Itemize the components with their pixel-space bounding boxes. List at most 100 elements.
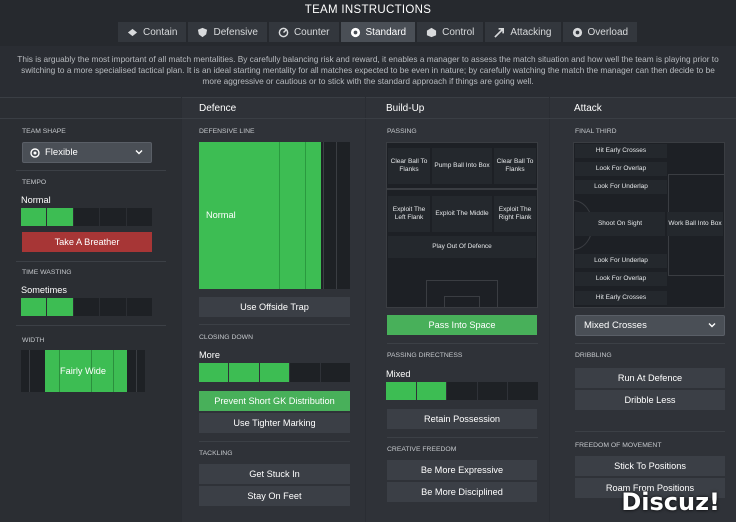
tab-label: Attacking [510,26,552,38]
tab-control[interactable]: Control [417,22,484,42]
divider [575,431,725,432]
passing-directness-bar[interactable] [386,382,538,400]
buildup-heading: Build-Up [386,103,425,114]
standard-icon [350,27,360,37]
use-offside-trap-button[interactable]: Use Offside Trap [199,297,350,317]
line-marker [336,142,337,289]
get-stuck-in-button[interactable]: Get Stuck In [199,464,350,484]
width-value: Fairly Wide [60,366,106,376]
final-third-label: FINAL THIRD [575,128,617,135]
passing-pitch: Clear Ball To Flanks Pump Ball Into Box … [386,142,538,308]
attacking-icon [494,27,505,38]
bar-segment[interactable] [47,298,73,316]
bar-segment[interactable] [199,363,229,382]
chevron-down-icon [135,150,143,155]
zone-exploit-right[interactable]: Exploit The Right Flank [494,196,536,232]
tab-attacking[interactable]: Attacking [485,22,561,42]
width-pitch[interactable]: Fairly Wide [21,350,145,392]
tab-contain[interactable]: Contain [118,22,187,42]
zone-look-for-overlap-top[interactable]: Look For Overlap [575,162,667,176]
divider [199,441,350,442]
zone-shoot-on-sight[interactable]: Shoot On Sight [575,212,665,236]
chevron-down-icon [708,323,716,328]
tackling-label: TACKLING [199,450,233,457]
zone-exploit-left[interactable]: Exploit The Left Flank [388,196,430,232]
bar-segment[interactable] [259,363,290,382]
dribble-less-button[interactable]: Dribble Less [575,390,725,410]
team-shape-select[interactable]: Flexible [22,142,152,163]
zone-exploit-middle[interactable]: Exploit The Middle [432,196,492,232]
closing-down-label: CLOSING DOWN [199,334,254,341]
bar-segment[interactable] [126,298,153,316]
freedom-of-movement-label: FREEDOM OF MOVEMENT [575,442,662,449]
pass-into-space-button[interactable]: Pass Into Space [387,315,537,335]
zone-look-for-underlap-bottom[interactable]: Look For Underlap [575,254,667,268]
stick-to-positions-button[interactable]: Stick To Positions [575,456,725,476]
closing-down-value: More [199,350,220,360]
tab-label: Defensive [213,26,258,38]
zone-play-out-of-defence[interactable]: Play Out Of Defence [388,236,536,258]
zone-hit-early-crosses-bottom[interactable]: Hit Early Crosses [575,291,667,305]
bar-segment[interactable] [320,363,351,382]
crossing-value: Mixed Crosses [584,320,647,331]
page-title: TEAM INSTRUCTIONS [304,4,432,16]
bar-segment[interactable] [386,382,416,400]
divider [16,325,166,326]
zone-work-ball-into-box[interactable]: Work Ball Into Box [667,212,723,236]
bar-segment[interactable] [290,363,320,382]
bar-segment[interactable] [126,208,153,226]
zone-look-for-underlap-top[interactable]: Look For Underlap [575,180,667,194]
bar-segment[interactable] [21,208,47,226]
bar-segment[interactable] [508,382,538,400]
counter-icon [278,27,289,37]
width-label: WIDTH [22,337,45,344]
bar-segment[interactable] [416,382,447,400]
bar-segment[interactable] [21,298,47,316]
team-shape-value: Flexible [45,147,78,158]
bar-segment[interactable] [100,298,126,316]
be-more-expressive-button[interactable]: Be More Expressive [387,460,537,480]
zone-clear-ball-left[interactable]: Clear Ball To Flanks [388,148,430,184]
zone-hit-early-crosses-top[interactable]: Hit Early Crosses [575,144,667,158]
divider [575,343,725,344]
defence-heading: Defence [199,103,237,114]
defensive-line-pitch[interactable]: Normal [199,142,350,289]
bar-segment[interactable] [229,363,259,382]
bar-segment[interactable] [447,382,477,400]
stay-on-feet-button[interactable]: Stay On Feet [199,486,350,506]
bar-segment[interactable] [477,382,508,400]
divider [16,261,166,262]
run-at-defence-button[interactable]: Run At Defence [575,368,725,388]
divider [387,343,538,344]
tab-defensive[interactable]: Defensive [188,22,267,42]
crossing-select[interactable]: Mixed Crosses [575,315,725,336]
take-a-breather-button[interactable]: Take A Breather [22,232,152,252]
tab-label: Overload [587,26,629,38]
tempo-value: Normal [21,195,51,205]
pitch-line [386,188,538,190]
bar-segment[interactable] [73,208,100,226]
tab-counter[interactable]: Counter [268,22,339,42]
bar-segment[interactable] [73,298,100,316]
control-icon [427,27,437,37]
zone-clear-ball-right[interactable]: Clear Ball To Flanks [494,148,536,184]
closing-down-bar[interactable] [199,363,351,382]
be-more-disciplined-button[interactable]: Be More Disciplined [387,482,537,502]
creative-freedom-label: CREATIVE FREEDOM [387,446,457,453]
bar-segment[interactable] [47,208,73,226]
tab-overload[interactable]: Overload [562,22,638,42]
use-tighter-marking-button[interactable]: Use Tighter Marking [199,413,350,433]
bar-segment[interactable] [100,208,126,226]
line-marker [323,142,324,289]
final-third-pitch: Hit Early Crosses Look For Overlap Look … [573,142,725,308]
tab-label: Standard [365,26,407,38]
tempo-bar[interactable] [21,208,153,226]
time-wasting-bar[interactable] [21,298,153,316]
retain-possession-button[interactable]: Retain Possession [387,409,537,429]
prevent-short-gk-distribution-button[interactable]: Prevent Short GK Distribution [199,391,350,411]
zone-look-for-overlap-bottom[interactable]: Look For Overlap [575,272,667,286]
tab-standard[interactable]: Standard [340,22,416,42]
zone-pump-ball[interactable]: Pump Ball Into Box [432,148,492,184]
passing-directness-value: Mixed [386,369,411,379]
column-header-divider [0,118,736,119]
